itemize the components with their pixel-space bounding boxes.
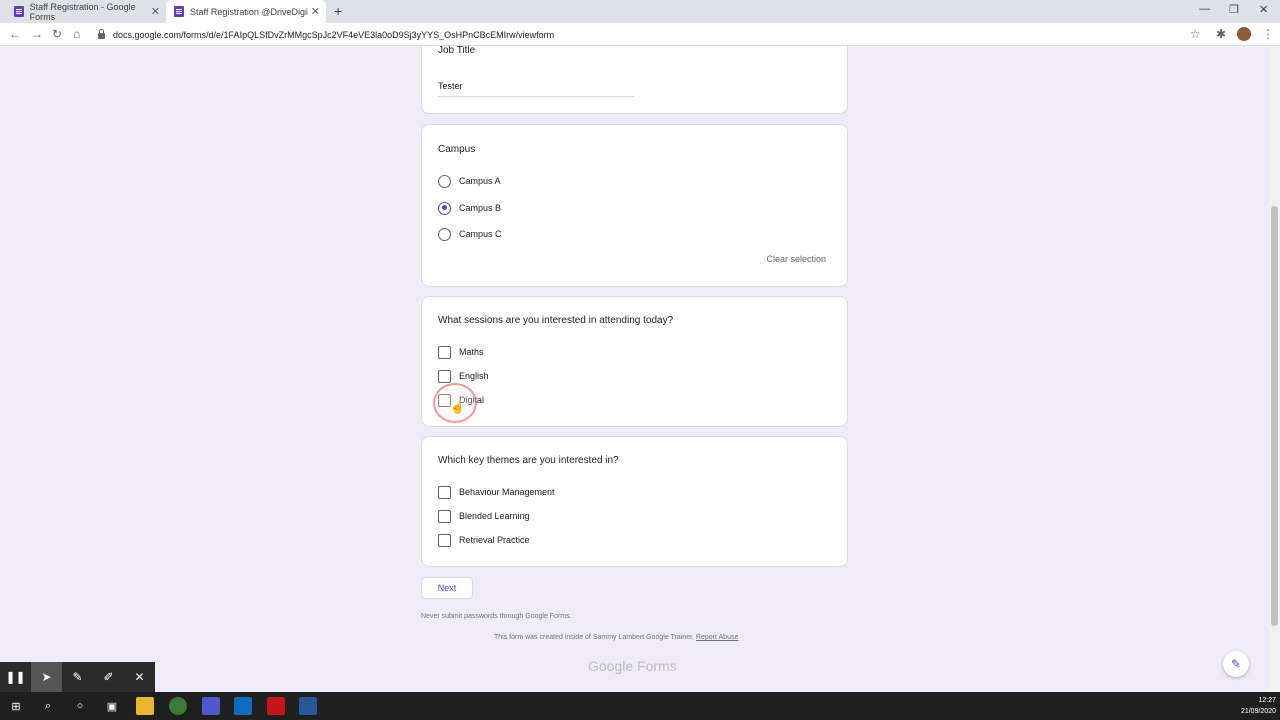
password-warning: Never submit passwords through Google Fo…	[421, 613, 572, 620]
file-explorer-icon[interactable]	[136, 697, 154, 715]
scrollbar-thumb[interactable]	[1271, 206, 1278, 626]
tab-staff-registration-forms[interactable]: Staff Registration - Google Forms ✕	[6, 0, 166, 23]
question-title: Job Title	[438, 46, 476, 56]
checkbox-option-maths[interactable]: Maths	[438, 345, 484, 359]
page-scrollbar[interactable]	[1269, 46, 1280, 692]
option-label: Campus B	[459, 203, 502, 213]
minimize-icon[interactable]: —	[1199, 3, 1210, 15]
option-label: Maths	[459, 347, 484, 357]
pencil-icon: ✎	[1230, 657, 1242, 671]
bookmark-star-icon[interactable]: ☆	[1190, 27, 1201, 41]
cortana-icon[interactable]: ○	[71, 697, 89, 715]
tab-staff-registration-view[interactable]: Staff Registration @DriveDigiLe ✕	[166, 0, 326, 23]
hand-cursor-icon: ☝	[450, 400, 465, 414]
close-icon[interactable]: ✕	[311, 5, 320, 18]
forward-icon[interactable]: →	[31, 27, 43, 41]
taskbar: ⊞ ⌕ ○ ▣ 12:27 21/09/2020	[0, 692, 1280, 720]
question-title: What sessions are you interested in atte…	[438, 315, 674, 326]
radio-button[interactable]	[438, 227, 451, 241]
checkbox-option-behaviour-management[interactable]: Behaviour Management	[438, 485, 555, 499]
option-label: English	[459, 371, 489, 381]
clear-selection-button[interactable]: Clear selection	[766, 254, 826, 264]
pen-icon[interactable]: ✎	[62, 662, 93, 692]
task-view-icon[interactable]: ▣	[103, 697, 121, 715]
acrobat-icon[interactable]	[267, 697, 285, 715]
clock-time: 12:27	[1258, 697, 1276, 704]
browser-tab-strip: Staff Registration - Google Forms ✕ Staf…	[0, 0, 1280, 23]
checkbox-option-blended-learning[interactable]: Blended Learning	[438, 509, 530, 523]
checkbox[interactable]	[438, 485, 451, 499]
checkbox-option-english[interactable]: English	[438, 369, 489, 383]
checkbox[interactable]	[438, 533, 451, 547]
checkbox[interactable]	[438, 345, 451, 359]
job-title-card: Job Title Tester	[421, 46, 848, 114]
outlook-icon[interactable]	[234, 697, 252, 715]
word-icon[interactable]	[299, 697, 317, 715]
option-label: Retrieval Practice	[459, 535, 530, 545]
created-notice-text: This form was created inside of Sammy La…	[494, 634, 694, 641]
form-page: Job Title Tester Campus Campus A Campus …	[0, 46, 1280, 692]
sessions-card: What sessions are you interested in atte…	[421, 296, 848, 427]
job-title-input[interactable]: Tester	[438, 81, 463, 91]
window-close-icon[interactable]: ✕	[1259, 3, 1268, 16]
lock-icon	[98, 28, 105, 39]
clock-date: 21/09/2020	[1240, 708, 1276, 715]
restore-icon[interactable]: ❐	[1229, 3, 1239, 16]
option-label: Behaviour Management	[459, 487, 555, 497]
radio-button[interactable]	[438, 174, 451, 188]
extensions-icon[interactable]: ✱	[1216, 27, 1226, 41]
back-icon[interactable]: ←	[9, 27, 21, 41]
tab-title: Staff Registration @DriveDigiLe	[190, 6, 308, 17]
system-clock[interactable]: 12:27 21/09/2020	[1241, 695, 1276, 717]
url-text: docs.google.com/forms/d/e/1FAIpQLSfDvZrM…	[113, 29, 555, 40]
question-title: Which key themes are you interested in?	[438, 455, 619, 466]
annotation-toolbar: ❚❚ ➤ ✎ ✐ ✕	[0, 662, 155, 692]
pointer-icon[interactable]: ➤	[31, 662, 62, 692]
option-label: Campus C	[459, 229, 502, 239]
url-bar[interactable]: docs.google.com/forms/d/e/1FAIpQLSfDvZrM…	[98, 27, 1198, 42]
close-icon[interactable]: ✕	[124, 662, 155, 692]
avatar[interactable]	[1237, 27, 1251, 41]
checkbox[interactable]	[438, 369, 451, 383]
option-label: Blended Learning	[459, 511, 530, 521]
teams-icon[interactable]	[202, 697, 220, 715]
edit-pencil-button[interactable]: ✎	[1223, 651, 1249, 677]
tab-title: Staff Registration - Google Forms	[29, 1, 136, 22]
new-tab-icon[interactable]: +	[334, 3, 342, 19]
pause-icon[interactable]: ❚❚	[0, 662, 31, 692]
home-icon[interactable]: ⌂	[73, 27, 80, 41]
close-icon[interactable]: ✕	[151, 5, 160, 18]
address-toolbar: ← → ↻ ⌂ docs.google.com/forms/d/e/1FAIpQ…	[0, 23, 1280, 46]
radio-option-campus-c[interactable]: Campus C	[438, 227, 502, 241]
highlighter-icon[interactable]: ✐	[93, 662, 124, 692]
form-created-notice: This form was created inside of Sammy La…	[494, 634, 738, 641]
option-label: Campus A	[459, 176, 501, 186]
campus-card: Campus Campus A Campus B Campus C Clear …	[421, 124, 848, 287]
google-forms-logo: Google Forms	[588, 658, 677, 674]
radio-option-campus-b[interactable]: Campus B	[438, 201, 501, 215]
radio-option-campus-a[interactable]: Campus A	[438, 174, 501, 188]
menu-icon[interactable]: ⋮	[1262, 27, 1274, 41]
reload-icon[interactable]: ↻	[52, 27, 62, 41]
input-underline	[438, 96, 634, 97]
google-forms-icon	[174, 6, 184, 17]
question-title: Campus	[438, 144, 476, 155]
next-button[interactable]: Next	[421, 577, 473, 599]
windows-start-icon[interactable]: ⊞	[7, 697, 25, 715]
radio-button-selected[interactable]	[438, 201, 451, 215]
themes-card: Which key themes are you interested in? …	[421, 436, 848, 567]
report-abuse-link[interactable]: Report Abuse	[696, 634, 738, 641]
search-icon[interactable]: ⌕	[39, 697, 57, 715]
chrome-icon[interactable]	[169, 697, 187, 715]
checkbox[interactable]	[438, 509, 451, 523]
google-forms-icon	[14, 6, 24, 17]
checkbox-option-retrieval-practice[interactable]: Retrieval Practice	[438, 533, 530, 547]
